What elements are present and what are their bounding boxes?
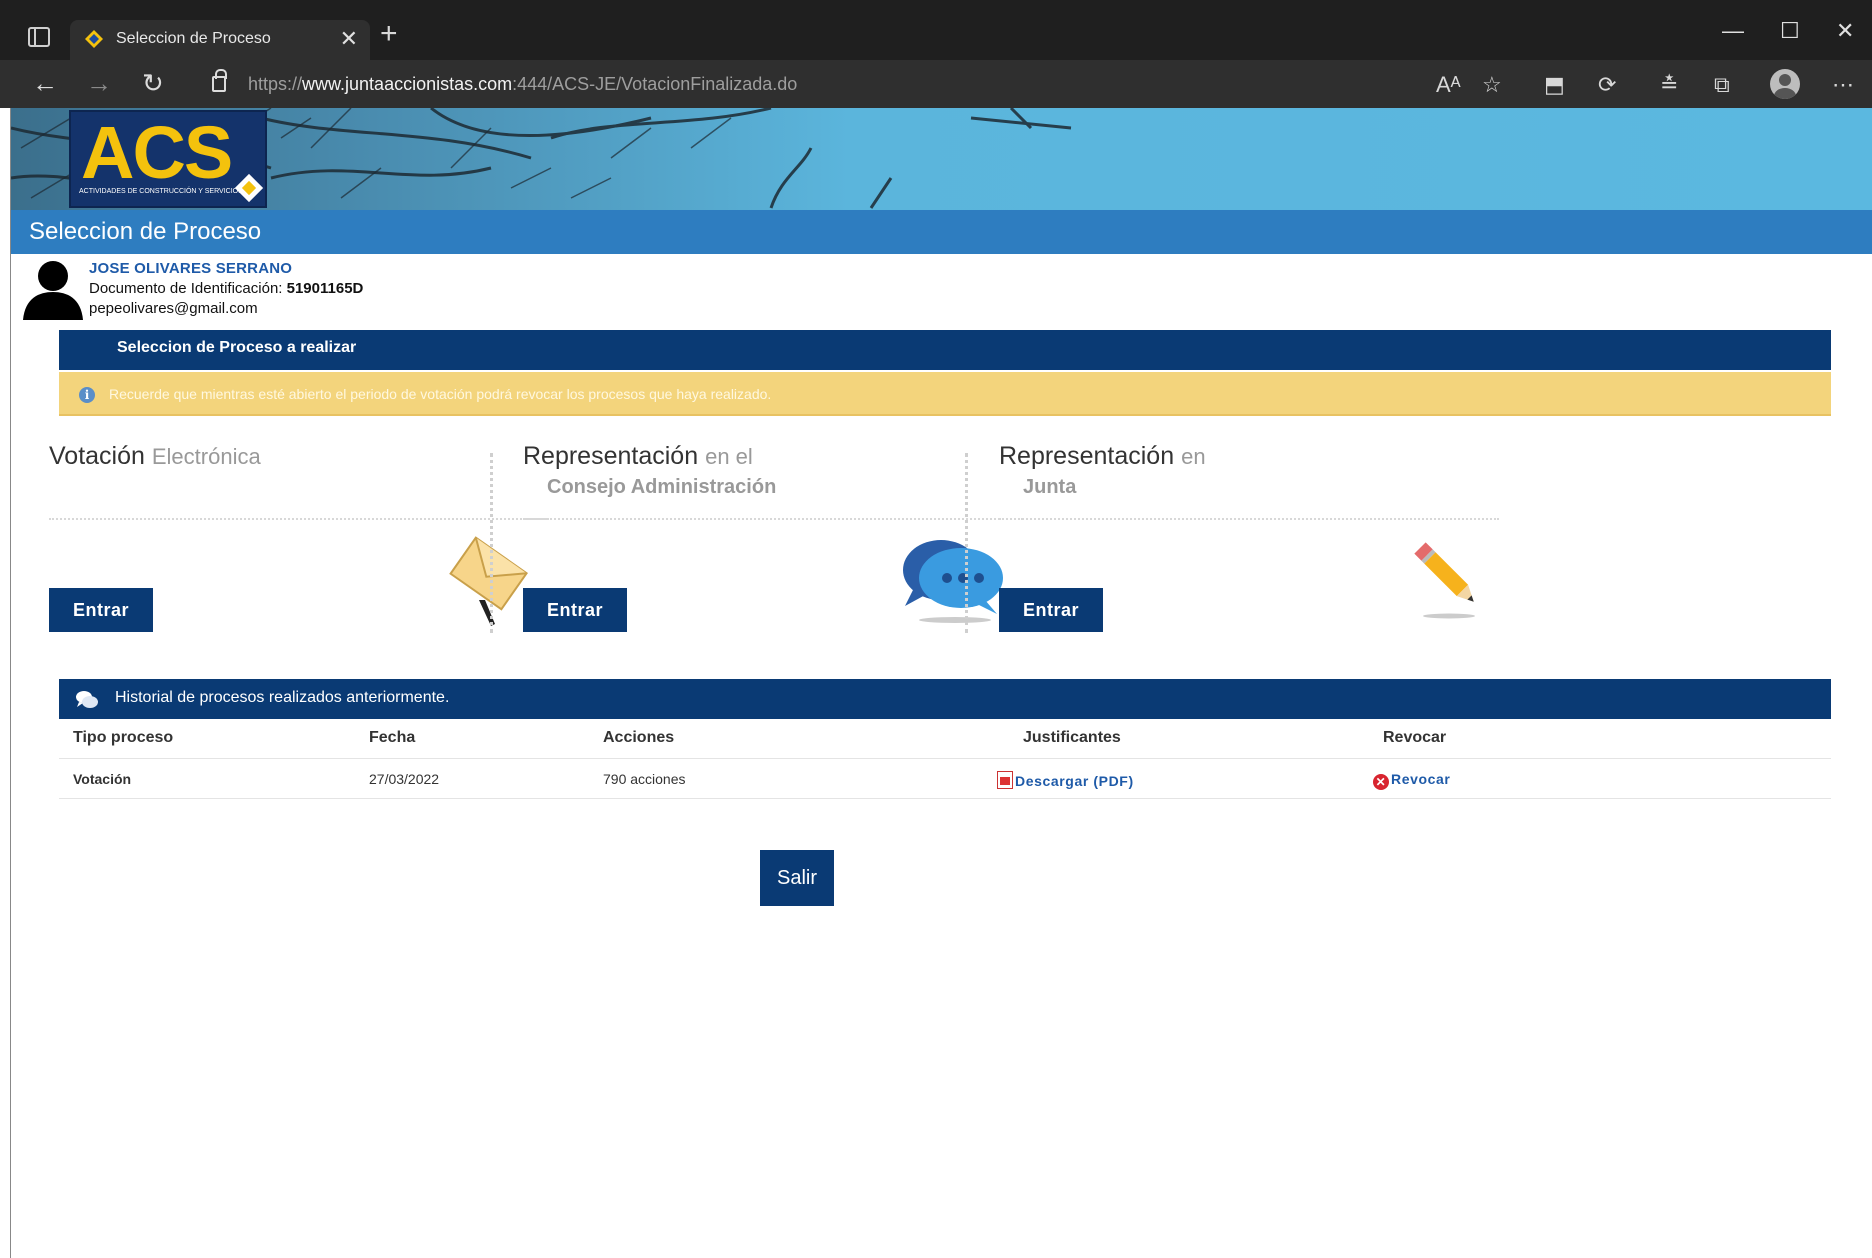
info-icon: i (79, 387, 95, 403)
new-tab-button[interactable]: + (380, 19, 398, 49)
entrar-junta-button[interactable]: Entrar (999, 588, 1103, 632)
column-separator (490, 453, 493, 633)
header-banner: ACS ACTIVIDADES DE CONSTRUCCIÓN Y SERVIC… (11, 108, 1872, 210)
card-title: Representación en (999, 442, 1206, 471)
url-field[interactable]: https://www.juntaaccionistas.com:444/ACS… (196, 66, 1516, 102)
tree-branches-image (11, 108, 1072, 209)
url-domain: www.juntaaccionistas.com (302, 74, 513, 94)
extension-icon[interactable]: ⬒ (1544, 72, 1565, 98)
card-title-light: en (1181, 444, 1206, 469)
card-title-light: en el (705, 444, 753, 469)
column-header: Fecha (369, 729, 416, 746)
card-title-light: Electrónica (151, 444, 261, 469)
history-chat-icon (76, 691, 98, 708)
url-text: https://www.juntaaccionistas.com:444/ACS… (248, 74, 797, 95)
doc-value: 51901165D (286, 280, 364, 297)
revocar-label: Revocar (1391, 771, 1451, 787)
tab-title: Seleccion de Proceso (116, 30, 271, 47)
logo-subtitle: ACTIVIDADES DE CONSTRUCCIÓN Y SERVICIOS (79, 188, 243, 195)
logo-diamond-icon (234, 173, 264, 203)
tab-bar: Seleccion de Proceso ✕ + — ☐ ✕ (0, 0, 1872, 60)
download-pdf-label: Descargar (PDF) (1015, 773, 1134, 789)
user-avatar-icon (23, 261, 83, 320)
tab-close-icon[interactable]: ✕ (340, 26, 358, 52)
entrar-votacion-button[interactable]: Entrar (49, 588, 153, 632)
history-header: Historial de procesos realizados anterio… (59, 679, 1831, 719)
card-votacion: Votación Electrónica Entrar (49, 442, 549, 642)
revoke-x-icon: ✕ (1373, 774, 1389, 790)
info-notice: i Recuerde que mientras esté abierto el … (59, 372, 1831, 416)
cell-tipo: Votación (73, 771, 132, 787)
favorites-icon[interactable]: ≛ (1660, 72, 1678, 98)
cell-fecha: 27/03/2022 (369, 771, 440, 787)
card-junta: Representación en Junta Entrar (999, 442, 1499, 642)
favicon-icon (85, 30, 103, 48)
profile-avatar-icon[interactable] (1770, 69, 1800, 99)
table-header-row: Tipo proceso Fecha Acciones Justificante… (59, 719, 1831, 759)
card-title-main: Votación (49, 442, 145, 470)
card-title: Representación en el (523, 442, 753, 471)
logo-text: ACS (81, 111, 233, 194)
chat-bubbles-icon (903, 540, 1003, 623)
revocar-link[interactable]: ✕ Revocar (1373, 771, 1450, 790)
pencil-icon (1414, 542, 1475, 619)
maximize-icon[interactable]: ☐ (1780, 18, 1800, 44)
notice-text: Recuerde que mientras esté abierto el pe… (109, 386, 772, 402)
address-bar: ← → ↻ https://www.juntaaccionistas.com:4… (0, 60, 1872, 108)
user-document: Documento de Identificación: 51901165D (89, 280, 363, 297)
page-content: ACS ACTIVIDADES DE CONSTRUCCIÓN Y SERVIC… (10, 108, 1872, 1258)
entrar-consejo-button[interactable]: Entrar (523, 588, 627, 632)
download-pdf-link[interactable]: Descargar (PDF) (997, 771, 1134, 789)
browser-window: Seleccion de Proceso ✕ + — ☐ ✕ ← → ↻ htt… (0, 0, 1872, 1258)
card-subtitle: Consejo Administración (547, 476, 777, 498)
column-header: Tipo proceso (73, 729, 174, 746)
salir-button[interactable]: Salir (760, 850, 834, 906)
collections-icon[interactable]: ⧉ (1714, 72, 1730, 98)
pdf-icon (997, 771, 1013, 789)
page-title: Seleccion de Proceso (29, 218, 262, 245)
doc-label: Documento de Identificación: (89, 280, 283, 297)
refresh-icon[interactable]: ↻ (142, 68, 164, 99)
column-header: Acciones (603, 729, 675, 746)
divider (49, 518, 549, 520)
section-title: Seleccion de Proceso a realizar (117, 339, 357, 356)
acs-logo[interactable]: ACS ACTIVIDADES DE CONSTRUCCIÓN Y SERVIC… (69, 110, 267, 208)
card-title: Votación Electrónica (49, 442, 261, 471)
read-aloud-icon[interactable]: Aᴬ (1436, 72, 1461, 98)
page-title-bar: Seleccion de Proceso (11, 210, 1872, 254)
card-title-main: Representación (999, 442, 1175, 470)
url-path: :444/ACS-JE/VotacionFinalizada.do (512, 74, 798, 94)
lock-icon[interactable] (212, 69, 227, 92)
column-header: Revocar (1383, 729, 1447, 746)
close-window-icon[interactable]: ✕ (1836, 18, 1854, 44)
minimize-icon[interactable]: — (1722, 18, 1744, 44)
back-icon[interactable]: ← (32, 68, 58, 99)
card-subtitle: Junta (1023, 476, 1077, 498)
history-title: Historial de procesos realizados anterio… (115, 689, 450, 706)
more-menu-icon[interactable]: ⋯ (1832, 72, 1854, 98)
user-name: JOSE OLIVARES SERRANO (89, 260, 293, 277)
column-header: Justificantes (1023, 729, 1121, 746)
browser-tab[interactable]: Seleccion de Proceso ✕ (70, 20, 370, 60)
table-row: Votación 27/03/2022 790 acciones Descarg… (59, 759, 1831, 799)
divider (999, 518, 1499, 520)
divider (523, 518, 1023, 520)
url-scheme: https:// (248, 74, 303, 94)
user-email: pepeolivares@gmail.com (89, 300, 258, 317)
envelope-icon (449, 536, 528, 626)
cell-acciones: 790 acciones (603, 771, 686, 787)
column-separator (965, 453, 968, 633)
favorite-star-icon[interactable]: ☆ (1482, 72, 1502, 98)
card-title-main: Representación (523, 442, 699, 470)
section-header: Seleccion de Proceso a realizar (59, 330, 1831, 370)
card-consejo: Representación en el Consejo Administrac… (523, 442, 1023, 642)
extensions-puzzle-icon[interactable]: ⟳ (1598, 72, 1616, 98)
tab-actions-icon[interactable] (28, 27, 50, 47)
forward-icon[interactable]: → (86, 68, 112, 99)
